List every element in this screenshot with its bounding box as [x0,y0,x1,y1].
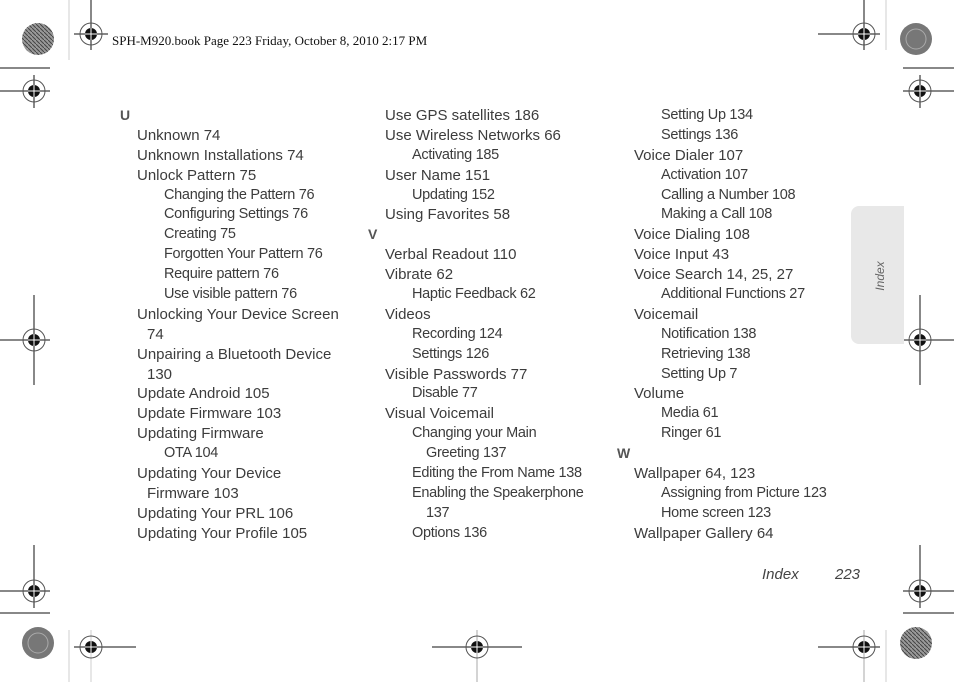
starburst-mark-bottom-left [22,627,54,659]
index-letter-heading: W [617,445,631,462]
index-entry: Voice Input 43 [634,246,730,264]
index-subentry: Media 61 [661,405,719,422]
index-entry: Videos [385,305,431,323]
index-subentry: Require pattern 76 [164,266,279,283]
index-subentry: Assigning from Picture 123 [661,484,827,501]
index-subentry: Home screen 123 [661,504,771,521]
index-entry: Update Android 105 [137,385,270,403]
index-subentry: Enabling the Speakerphone [412,484,584,501]
page-number: 223 [835,566,861,583]
index-subentry: Changing your Main [412,425,537,442]
index-subentry: Ringer 61 [661,425,722,442]
print-slug: SPH-M920.book Page 223 Friday, October 8… [112,33,428,48]
side-tab-label: Index [873,261,887,291]
index-subentry: Notification 138 [661,325,757,342]
index-entry: User Name 151 [385,166,491,184]
index-subentry: Recording 124 [412,325,503,342]
index-letter-heading: U [120,107,131,123]
index-subentry: Editing the From Name 138 [412,465,582,482]
index-subentry: 137 [426,504,450,521]
index-subentry: Greeting 137 [426,445,507,462]
index-subentry: Setting Up 7 [661,365,738,382]
index-subentry: Calling a Number 108 [661,186,796,203]
index-entry: Visual Voicemail [385,405,494,423]
index-subentry: Settings 126 [412,345,490,362]
index-entry: Unlocking Your Device Screen [137,305,339,323]
index-subentry: Options 136 [412,524,487,541]
index-subentry: Haptic Feedback 62 [412,286,536,303]
index-entry: Unknown 74 [137,126,221,144]
index-subentry: Changing the Pattern 76 [164,186,315,203]
index-subentry: Creating 75 [164,226,236,243]
index-subentry: Activating 185 [412,146,499,163]
index-subentry: OTA 104 [164,445,219,462]
index-subentry: Forgotten Your Pattern 76 [164,246,323,263]
index-subentry: Activation 107 [661,166,748,183]
index-entry: Voicemail [634,305,699,323]
index-subentry: Use visible pattern 76 [164,286,297,303]
index-entry: Volume [634,385,685,403]
index-column-1: U Unknown 74 Unknown Installations 74 Unloc… [120,106,360,544]
index-entry: Wallpaper 64, 123 [634,465,756,483]
index-entry: Voice Dialing 108 [634,226,750,244]
index-entry: Updating Your Device [137,465,282,483]
index-entry: Use Wireless Networks 66 [385,126,561,144]
index-letter-heading: V [368,226,378,243]
index-entry: Using Favorites 58 [385,206,511,224]
index-entry: Updating Firmware [137,425,264,443]
index-entry: 130 [147,365,173,383]
index-entry: Firmware 103 [147,484,239,502]
index-entry: Unpairing a Bluetooth Device [137,345,332,363]
index-entry: Voice Search 14, 25, 27 [634,266,794,284]
index-entry: Verbal Readout 110 [385,246,517,264]
index-entry: Updating Your Profile 105 [137,524,308,542]
side-tab-index[interactable]: Index [851,206,904,344]
index-subentry: Updating 152 [412,186,495,203]
index-entry: Updating Your PRL 106 [137,504,294,522]
index-column-2: Use GPS satellites 186 Use Wireless Netwo… [368,106,608,544]
index-entry: 74 [147,325,164,343]
index-subentry: Retrieving 138 [661,345,751,362]
index-entry: Vibrate 62 [385,266,454,284]
index-entry: Update Firmware 103 [137,405,282,423]
index-subentry: Additional Functions 27 [661,286,805,303]
index-entry: Unlock Pattern 75 [137,166,257,184]
index-subentry: Setting Up 134 [661,107,753,123]
index-subentry: Making a Call 108 [661,206,772,223]
starburst-mark-top-left [22,23,54,55]
starburst-mark-top-right [900,23,932,55]
index-entry: Visible Passwords 77 [385,365,528,383]
index-subentry: Disable 77 [412,385,478,402]
index-entry: Wallpaper Gallery 64 [634,524,774,542]
index-subentry: Configuring Settings 76 [164,206,308,223]
index-entry: Use GPS satellites 186 [385,107,540,124]
index-subentry: Settings 136 [661,126,739,143]
index-column-3: Setting Up 134 Settings 136 Voice Dialer 1… [617,106,857,544]
index-entry: Voice Dialer 107 [634,146,744,164]
index-entry: Unknown Installations 74 [137,146,304,164]
starburst-mark-bottom-right [900,627,932,659]
footer-section: Index [762,566,799,583]
